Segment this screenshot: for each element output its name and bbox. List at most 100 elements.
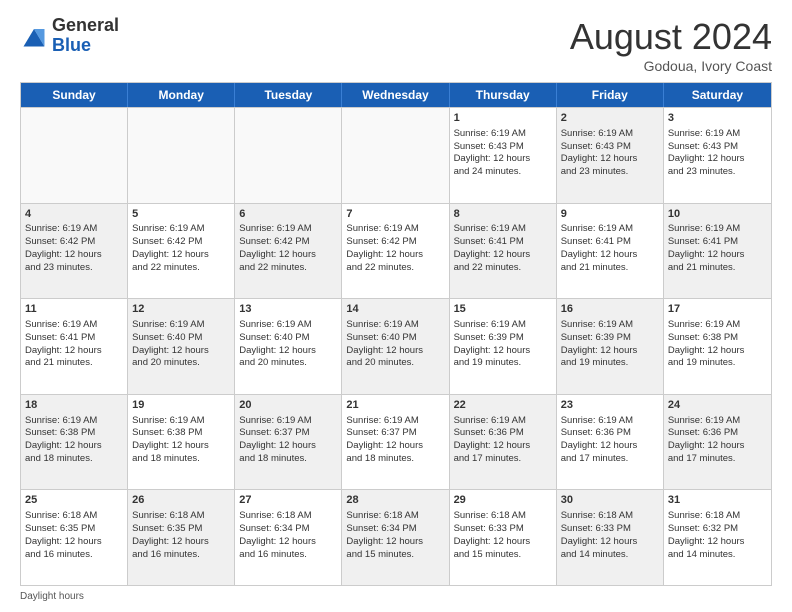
calendar-cell: 24 Sunrise: 6:19 AM Sunset: 6:36 PM Dayli… [664, 395, 771, 490]
weekday-header: Sunday [21, 83, 128, 107]
day-number: 1 [454, 111, 552, 126]
calendar-cell: 9Sunrise: 6:19 AM Sunset: 6:41 PM Daylig… [557, 204, 664, 299]
day-info: Sunrise: 6:19 AM Sunset: 6:42 PM Dayligh… [239, 223, 337, 274]
day-info: Sunrise: 6:18 AM Sunset: 6:34 PM Dayligh… [239, 510, 337, 561]
calendar-cell: 2 Sunrise: 6:19 AM Sunset: 6:43 PM Daylig… [557, 108, 664, 203]
day-number: 19 [132, 398, 230, 413]
day-info: Sunrise: 6:19 AM Sunset: 6:42 PM Dayligh… [346, 223, 444, 274]
day-number: 24 [668, 398, 767, 413]
day-number: 27 [239, 493, 337, 508]
month-title: August 2024 [570, 16, 772, 58]
logo: General Blue [20, 16, 119, 56]
day-info: Sunrise: 6:19 AM Sunset: 6:42 PM Dayligh… [132, 223, 230, 274]
calendar-cell: 31Sunrise: 6:18 AM Sunset: 6:32 PM Dayli… [664, 490, 771, 585]
day-number: 26 [132, 493, 230, 508]
day-number: 23 [561, 398, 659, 413]
calendar-cell: 6Sunrise: 6:19 AM Sunset: 6:42 PM Daylig… [235, 204, 342, 299]
logo-icon [20, 22, 48, 50]
calendar-cell: 7Sunrise: 6:19 AM Sunset: 6:42 PM Daylig… [342, 204, 449, 299]
calendar-cell: 19 Sunrise: 6:19 AM Sunset: 6:38 PM Dayli… [128, 395, 235, 490]
day-info: Sunrise: 6:19 AM Sunset: 6:43 PM Dayligh… [561, 128, 659, 179]
day-info: Sunrise: 6:19 AM Sunset: 6:38 PM Dayligh… [25, 415, 123, 466]
day-number: 9 [561, 207, 659, 222]
page: General Blue August 2024 Godoua, Ivory C… [0, 0, 792, 612]
day-info: Sunrise: 6:19 AM Sunset: 6:36 PM Dayligh… [668, 415, 767, 466]
day-info: Sunrise: 6:19 AM Sunset: 6:40 PM Dayligh… [239, 319, 337, 370]
calendar: SundayMondayTuesdayWednesdayThursdayFrid… [20, 82, 772, 586]
day-number: 29 [454, 493, 552, 508]
logo-general: General [52, 16, 119, 36]
day-info: Sunrise: 6:18 AM Sunset: 6:34 PM Dayligh… [346, 510, 444, 561]
day-number: 10 [668, 207, 767, 222]
day-number: 17 [668, 302, 767, 317]
calendar-cell [342, 108, 449, 203]
day-info: Sunrise: 6:19 AM Sunset: 6:43 PM Dayligh… [668, 128, 767, 179]
day-number: 22 [454, 398, 552, 413]
day-number: 2 [561, 111, 659, 126]
calendar-cell: 3 Sunrise: 6:19 AM Sunset: 6:43 PM Daylig… [664, 108, 771, 203]
day-number: 8 [454, 207, 552, 222]
calendar-cell [128, 108, 235, 203]
calendar-cell: 13Sunrise: 6:19 AM Sunset: 6:40 PM Dayli… [235, 299, 342, 394]
day-info: Sunrise: 6:18 AM Sunset: 6:33 PM Dayligh… [454, 510, 552, 561]
calendar-cell: 17 Sunrise: 6:19 AM Sunset: 6:38 PM Dayli… [664, 299, 771, 394]
day-info: Sunrise: 6:19 AM Sunset: 6:41 PM Dayligh… [561, 223, 659, 274]
weekday-header: Friday [557, 83, 664, 107]
weekday-header: Tuesday [235, 83, 342, 107]
calendar-cell: 15 Sunrise: 6:19 AM Sunset: 6:39 PM Dayli… [450, 299, 557, 394]
calendar-cell: 12 Sunrise: 6:19 AM Sunset: 6:40 PM Dayli… [128, 299, 235, 394]
weekday-header: Wednesday [342, 83, 449, 107]
location-subtitle: Godoua, Ivory Coast [570, 58, 772, 74]
day-info: Sunrise: 6:18 AM Sunset: 6:35 PM Dayligh… [25, 510, 123, 561]
calendar-cell: 22 Sunrise: 6:19 AM Sunset: 6:36 PM Dayli… [450, 395, 557, 490]
day-number: 15 [454, 302, 552, 317]
logo-blue: Blue [52, 36, 119, 56]
day-info: Sunrise: 6:18 AM Sunset: 6:32 PM Dayligh… [668, 510, 767, 561]
day-info: Sunrise: 6:19 AM Sunset: 6:38 PM Dayligh… [668, 319, 767, 370]
calendar-cell: 11Sunrise: 6:19 AM Sunset: 6:41 PM Dayli… [21, 299, 128, 394]
day-info: Sunrise: 6:19 AM Sunset: 6:39 PM Dayligh… [454, 319, 552, 370]
day-info: Sunrise: 6:19 AM Sunset: 6:40 PM Dayligh… [346, 319, 444, 370]
day-number: 25 [25, 493, 123, 508]
calendar-cell: 8Sunrise: 6:19 AM Sunset: 6:41 PM Daylig… [450, 204, 557, 299]
calendar-header: SundayMondayTuesdayWednesdayThursdayFrid… [21, 83, 771, 107]
calendar-cell: 5Sunrise: 6:19 AM Sunset: 6:42 PM Daylig… [128, 204, 235, 299]
day-info: Sunrise: 6:19 AM Sunset: 6:37 PM Dayligh… [346, 415, 444, 466]
calendar-cell: 23Sunrise: 6:19 AM Sunset: 6:36 PM Dayli… [557, 395, 664, 490]
logo-text: General Blue [52, 16, 119, 56]
day-number: 6 [239, 207, 337, 222]
weekday-header: Thursday [450, 83, 557, 107]
day-number: 12 [132, 302, 230, 317]
calendar-cell: 25 Sunrise: 6:18 AM Sunset: 6:35 PM Dayli… [21, 490, 128, 585]
day-info: Sunrise: 6:19 AM Sunset: 6:41 PM Dayligh… [668, 223, 767, 274]
calendar-cell: 18 Sunrise: 6:19 AM Sunset: 6:38 PM Dayli… [21, 395, 128, 490]
day-number: 3 [668, 111, 767, 126]
calendar-cell: 10Sunrise: 6:19 AM Sunset: 6:41 PM Dayli… [664, 204, 771, 299]
day-info: Sunrise: 6:19 AM Sunset: 6:37 PM Dayligh… [239, 415, 337, 466]
day-info: Sunrise: 6:18 AM Sunset: 6:33 PM Dayligh… [561, 510, 659, 561]
day-info: Sunrise: 6:19 AM Sunset: 6:42 PM Dayligh… [25, 223, 123, 274]
title-block: August 2024 Godoua, Ivory Coast [570, 16, 772, 74]
day-info: Sunrise: 6:18 AM Sunset: 6:35 PM Dayligh… [132, 510, 230, 561]
day-info: Sunrise: 6:19 AM Sunset: 6:40 PM Dayligh… [132, 319, 230, 370]
calendar-cell: 30 Sunrise: 6:18 AM Sunset: 6:33 PM Dayli… [557, 490, 664, 585]
day-number: 14 [346, 302, 444, 317]
calendar-row: 1 Sunrise: 6:19 AM Sunset: 6:43 PM Daylig… [21, 107, 771, 203]
calendar-row: 18 Sunrise: 6:19 AM Sunset: 6:38 PM Dayli… [21, 394, 771, 490]
day-info: Sunrise: 6:19 AM Sunset: 6:41 PM Dayligh… [454, 223, 552, 274]
weekday-header: Monday [128, 83, 235, 107]
calendar-cell: 21Sunrise: 6:19 AM Sunset: 6:37 PM Dayli… [342, 395, 449, 490]
weekday-header: Saturday [664, 83, 771, 107]
day-info: Sunrise: 6:19 AM Sunset: 6:36 PM Dayligh… [454, 415, 552, 466]
day-number: 30 [561, 493, 659, 508]
day-info: Sunrise: 6:19 AM Sunset: 6:41 PM Dayligh… [25, 319, 123, 370]
calendar-cell: 4Sunrise: 6:19 AM Sunset: 6:42 PM Daylig… [21, 204, 128, 299]
day-info: Sunrise: 6:19 AM Sunset: 6:38 PM Dayligh… [132, 415, 230, 466]
footer-label: Daylight hours [20, 591, 772, 602]
day-info: Sunrise: 6:19 AM Sunset: 6:43 PM Dayligh… [454, 128, 552, 179]
calendar-cell: 14 Sunrise: 6:19 AM Sunset: 6:40 PM Dayli… [342, 299, 449, 394]
calendar-cell [21, 108, 128, 203]
day-info: Sunrise: 6:19 AM Sunset: 6:39 PM Dayligh… [561, 319, 659, 370]
day-number: 18 [25, 398, 123, 413]
calendar-row: 4Sunrise: 6:19 AM Sunset: 6:42 PM Daylig… [21, 203, 771, 299]
